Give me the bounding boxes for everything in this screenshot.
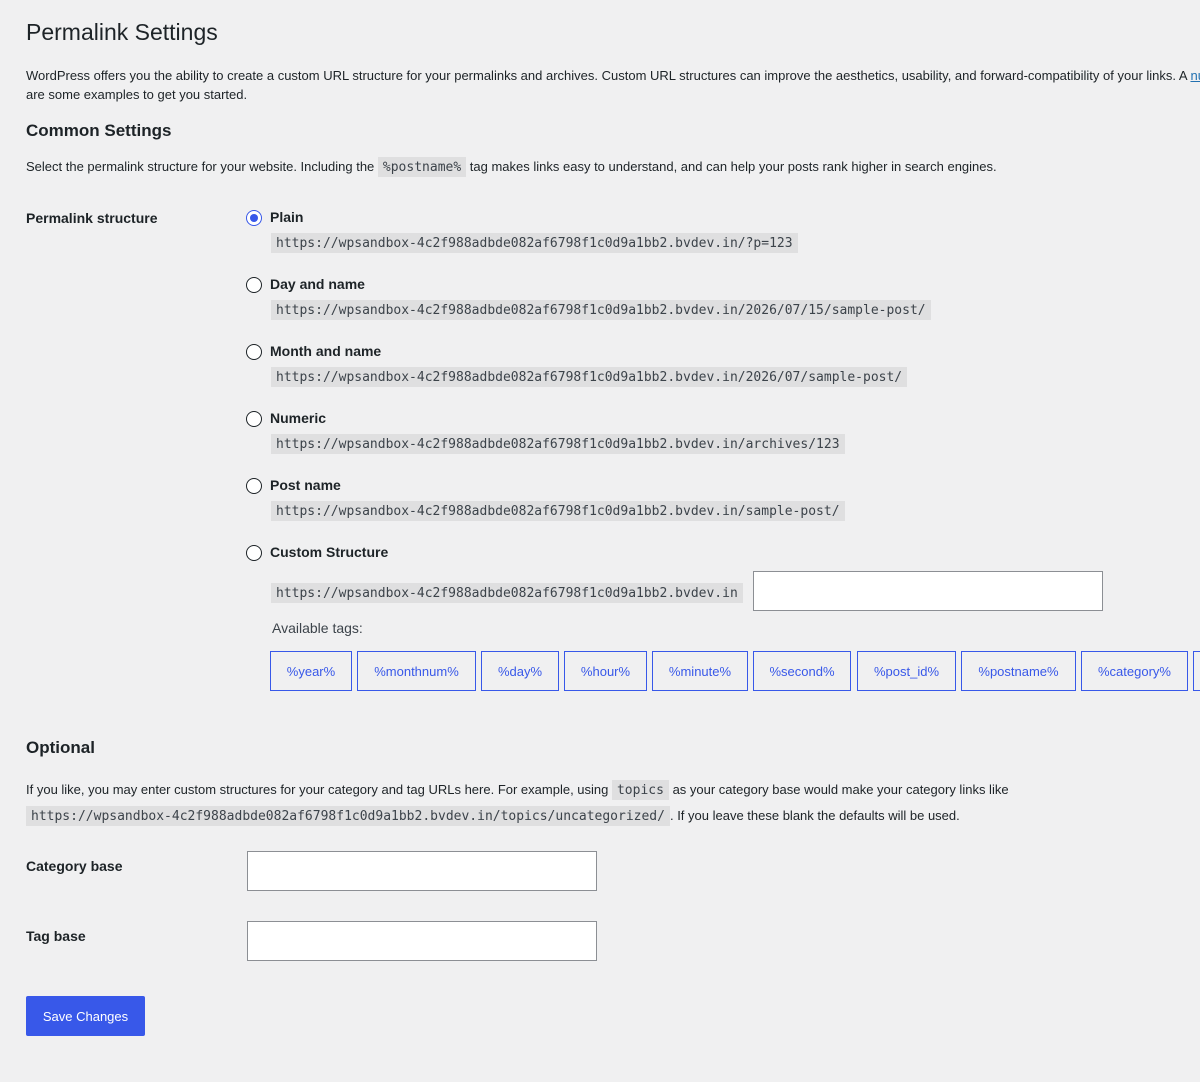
category-base-input[interactable] <box>247 851 597 891</box>
topics-code: topics <box>611 780 669 800</box>
radio-custom-structure[interactable] <box>246 545 262 561</box>
example-url-plain: https://wpsandbox-4c2f988adbde082af6798f… <box>271 233 798 253</box>
tag-hour-button[interactable]: %hour% <box>564 651 647 691</box>
custom-structure-input[interactable] <box>753 571 1103 611</box>
category-base-label: Category base <box>26 858 123 874</box>
tag-second-button[interactable]: %second% <box>753 651 851 691</box>
tag-minute-button[interactable]: %minute% <box>652 651 748 691</box>
tag-base-input[interactable] <box>247 921 597 961</box>
save-changes-button[interactable]: Save Changes <box>26 996 145 1036</box>
option-label-custom-structure: Custom Structure <box>270 544 389 560</box>
intro-text: WordPress offers you the ability to crea… <box>26 66 1200 104</box>
radio-plain[interactable] <box>246 210 262 226</box>
page-title: Permalink Settings <box>26 19 218 45</box>
radio-numeric[interactable] <box>246 411 262 427</box>
custom-structure-base-url: https://wpsandbox-4c2f988adbde082af6798f… <box>271 583 743 603</box>
intro-line2: are some examples to get you started. <box>26 87 248 102</box>
common-settings-heading: Common Settings <box>26 121 172 140</box>
tag-monthnum-button[interactable]: %monthnum% <box>357 651 476 691</box>
option-label-day-and-name: Day and name <box>270 276 365 292</box>
tag-year-button[interactable]: %year% <box>270 651 352 691</box>
tag-overflow-button-edge[interactable] <box>1193 651 1200 691</box>
common-desc-after: tag makes links easy to understand, and … <box>466 159 997 174</box>
radio-month-and-name[interactable] <box>246 344 262 360</box>
radio-day-and-name[interactable] <box>246 277 262 293</box>
tag-base-label: Tag base <box>26 928 86 944</box>
example-url-numeric: https://wpsandbox-4c2f988adbde082af6798f… <box>271 434 845 454</box>
optional-description: If you like, you may enter custom struct… <box>26 777 1009 829</box>
option-label-plain: Plain <box>270 209 304 225</box>
common-settings-description: Select the permalink structure for your … <box>26 157 997 177</box>
optional-desc-end: . If you leave these blank the defaults … <box>669 808 960 823</box>
radio-post-name[interactable] <box>246 478 262 494</box>
optional-desc-before: If you like, you may enter custom struct… <box>26 782 612 797</box>
category-example-url: https://wpsandbox-4c2f988adbde082af6798f… <box>26 806 670 826</box>
optional-desc-after: as your category base would make your ca… <box>668 782 1009 797</box>
tag-day-button[interactable]: %day% <box>481 651 559 691</box>
example-url-month-and-name: https://wpsandbox-4c2f988adbde082af6798f… <box>271 367 908 387</box>
common-desc-before: Select the permalink structure for your … <box>26 159 378 174</box>
option-label-month-and-name: Month and name <box>270 343 382 359</box>
example-url-post-name: https://wpsandbox-4c2f988adbde082af6798f… <box>271 501 845 521</box>
postname-code: %postname% <box>377 157 467 177</box>
intro-line1: WordPress offers you the ability to crea… <box>26 68 1191 83</box>
tag-postname-button[interactable]: %postname% <box>961 651 1076 691</box>
example-url-day-and-name: https://wpsandbox-4c2f988adbde082af6798f… <box>271 300 931 320</box>
optional-heading: Optional <box>26 738 95 757</box>
intro-link[interactable]: nu <box>1190 68 1200 83</box>
option-label-post-name: Post name <box>270 477 341 493</box>
tag-post-id-button[interactable]: %post_id% <box>857 651 956 691</box>
tag-category-button[interactable]: %category% <box>1081 651 1188 691</box>
option-label-numeric: Numeric <box>270 410 327 426</box>
available-tags-label: Available tags: <box>272 620 363 636</box>
permalink-structure-label: Permalink structure <box>26 210 158 226</box>
